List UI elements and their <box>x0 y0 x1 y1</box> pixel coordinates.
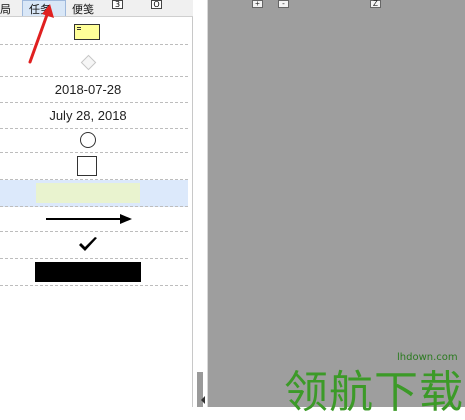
shape-panel: 2018-07-28 July 28, 2018 <box>0 17 193 407</box>
zoom-out-button[interactable]: - <box>278 0 289 8</box>
tab-notes[interactable]: 便笺 <box>72 1 94 17</box>
date-long-label: July 28, 2018 <box>49 108 127 123</box>
checkmark-icon <box>79 237 97 251</box>
shape-row-black-bar[interactable] <box>0 259 188 286</box>
drawing-canvas[interactable] <box>208 0 465 407</box>
date-numeric-label: 2018-07-28 <box>54 82 122 97</box>
highlight-bar-swatch <box>36 183 140 203</box>
shape-row-highlight-bar[interactable] <box>0 180 188 207</box>
shape-row-date-long[interactable]: July 28, 2018 <box>0 103 188 129</box>
z-order-button[interactable]: Z <box>370 0 381 8</box>
panel-scroll-gutter <box>193 0 208 407</box>
square-icon <box>77 156 97 176</box>
watermark-text: 领航下载 <box>284 367 464 418</box>
scroll-left-arrow-icon[interactable] <box>201 396 205 404</box>
circle-icon <box>80 132 96 148</box>
diamond-icon <box>80 54 97 71</box>
zoom-in-button[interactable]: + <box>252 0 263 8</box>
annotation-arrow-icon <box>28 4 54 64</box>
shape-row-square[interactable] <box>0 153 188 180</box>
black-bar-swatch <box>35 262 141 282</box>
shape-row-circle[interactable] <box>0 129 188 153</box>
tab-layout[interactable]: 局 <box>0 1 11 17</box>
shape-row-arrow[interactable] <box>0 207 188 232</box>
toolbar-mini-button-o[interactable]: O <box>151 0 162 9</box>
arrow-line-icon <box>46 214 132 224</box>
shape-row-check[interactable] <box>0 232 188 259</box>
shape-row-date-numeric[interactable]: 2018-07-28 <box>0 77 188 103</box>
toolbar-mini-button-3[interactable]: 3 <box>112 0 123 9</box>
sticky-note-icon <box>74 24 100 40</box>
